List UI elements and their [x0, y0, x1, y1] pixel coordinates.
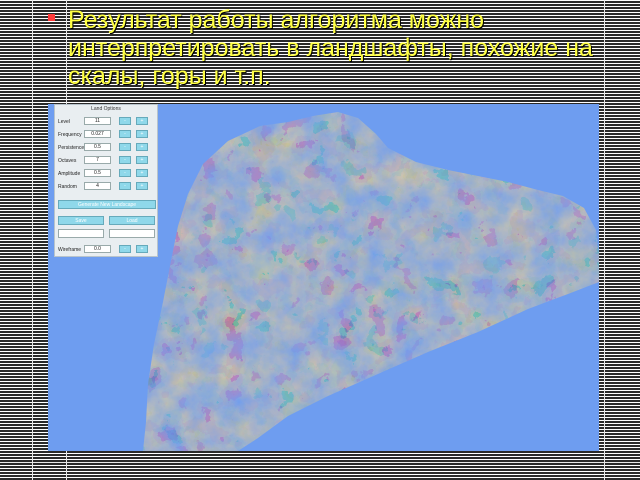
increment-button[interactable]: +: [136, 169, 148, 177]
option-value-field[interactable]: 0.0: [84, 245, 111, 253]
option-row-persistence: Persistence 0.5 - +: [57, 143, 157, 152]
option-value-field[interactable]: 7: [84, 156, 111, 164]
option-row-level: Level 11 - +: [57, 117, 157, 126]
increment-button[interactable]: +: [136, 182, 148, 190]
option-row-random: Random 4 - +: [57, 182, 157, 191]
frame-line-bottom: [0, 462, 640, 463]
file-path-field[interactable]: [109, 229, 155, 238]
panel-title: Land Options: [91, 106, 121, 112]
decrement-button[interactable]: -: [119, 169, 131, 177]
decrement-button[interactable]: -: [119, 117, 131, 125]
option-label: Persistence: [58, 145, 85, 151]
option-value-field[interactable]: 11: [84, 117, 111, 125]
slide-bullet-list: Результат работы алгоритма можно интерпр…: [48, 6, 608, 90]
land-options-panel: Land Options Level 11 - + Frequency 0.02…: [54, 104, 158, 257]
option-value-field[interactable]: 0.5: [84, 169, 111, 177]
decrement-button[interactable]: -: [119, 130, 131, 138]
option-label: Frequency: [58, 132, 82, 138]
decrement-button[interactable]: -: [119, 245, 131, 253]
decrement-button[interactable]: -: [119, 143, 131, 151]
bullet-square-icon: [48, 14, 55, 21]
save-button[interactable]: Save: [58, 216, 104, 225]
option-row-octaves: Octaves 7 - +: [57, 156, 157, 165]
terrain-surface: [143, 112, 599, 451]
increment-button[interactable]: +: [136, 245, 148, 253]
option-label: Wireframe: [58, 247, 82, 253]
option-label: Amplitude: [58, 171, 81, 177]
decrement-button[interactable]: -: [119, 182, 131, 190]
slide-bullet-item: Результат работы алгоритма можно интерпр…: [48, 6, 608, 90]
option-row-wireframe: Wireframe 0.0 - +: [57, 245, 157, 254]
option-label: Octaves: [58, 158, 77, 164]
option-value-field[interactable]: 0.027: [84, 130, 111, 138]
file-name-field[interactable]: [58, 229, 104, 238]
option-label: Level: [58, 119, 70, 125]
increment-button[interactable]: +: [136, 156, 148, 164]
increment-button[interactable]: +: [136, 143, 148, 151]
frame-line-left: [32, 0, 33, 480]
option-row-amplitude: Amplitude 0.5 - +: [57, 169, 157, 178]
option-value-field[interactable]: 0.5: [84, 143, 111, 151]
option-value-field[interactable]: 4: [84, 182, 111, 190]
generate-landscape-button[interactable]: Generate New Landscape: [58, 200, 156, 209]
option-row-frequency: Frequency 0.027 - +: [57, 130, 157, 139]
slide-bullet-text: Результат работы алгоритма можно интерпр…: [68, 6, 593, 90]
increment-button[interactable]: +: [136, 117, 148, 125]
decrement-button[interactable]: -: [119, 156, 131, 164]
increment-button[interactable]: +: [136, 130, 148, 138]
load-button[interactable]: Load: [109, 216, 155, 225]
option-label: Random: [58, 184, 77, 190]
